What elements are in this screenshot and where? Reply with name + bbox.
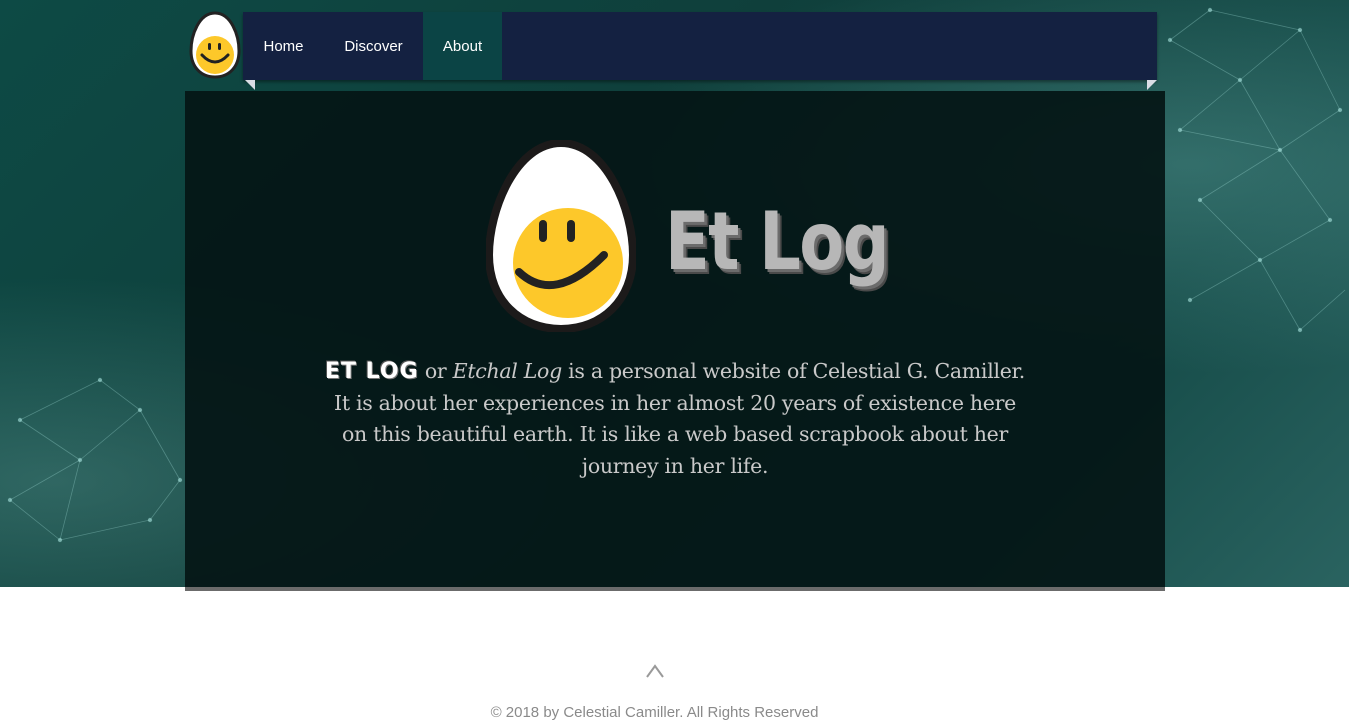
site-title: Et Log (665, 195, 890, 288)
nav-corner-left (245, 80, 255, 90)
chevron-up-icon[interactable] (640, 656, 670, 686)
nav-item-home[interactable]: Home (243, 12, 324, 80)
nav-corner-right (1147, 80, 1157, 90)
site-description: ET LOG or Etchal Log is a personal websi… (322, 356, 1028, 482)
copyright-text: © 2018 by Celestial Camiller. All Rights… (490, 704, 819, 721)
nav-item-about[interactable]: About (423, 12, 502, 80)
brand-alt-name: Etchal Log (452, 359, 563, 383)
egg-smiley-logo-icon[interactable] (189, 11, 241, 79)
main-nav: Home Discover About (243, 12, 1157, 80)
egg-smiley-logo-icon (484, 138, 638, 334)
brand-name: ET LOG (324, 359, 419, 384)
nav-item-discover[interactable]: Discover (324, 12, 423, 80)
description-connector: or (424, 359, 447, 383)
intro-panel (185, 91, 1165, 591)
